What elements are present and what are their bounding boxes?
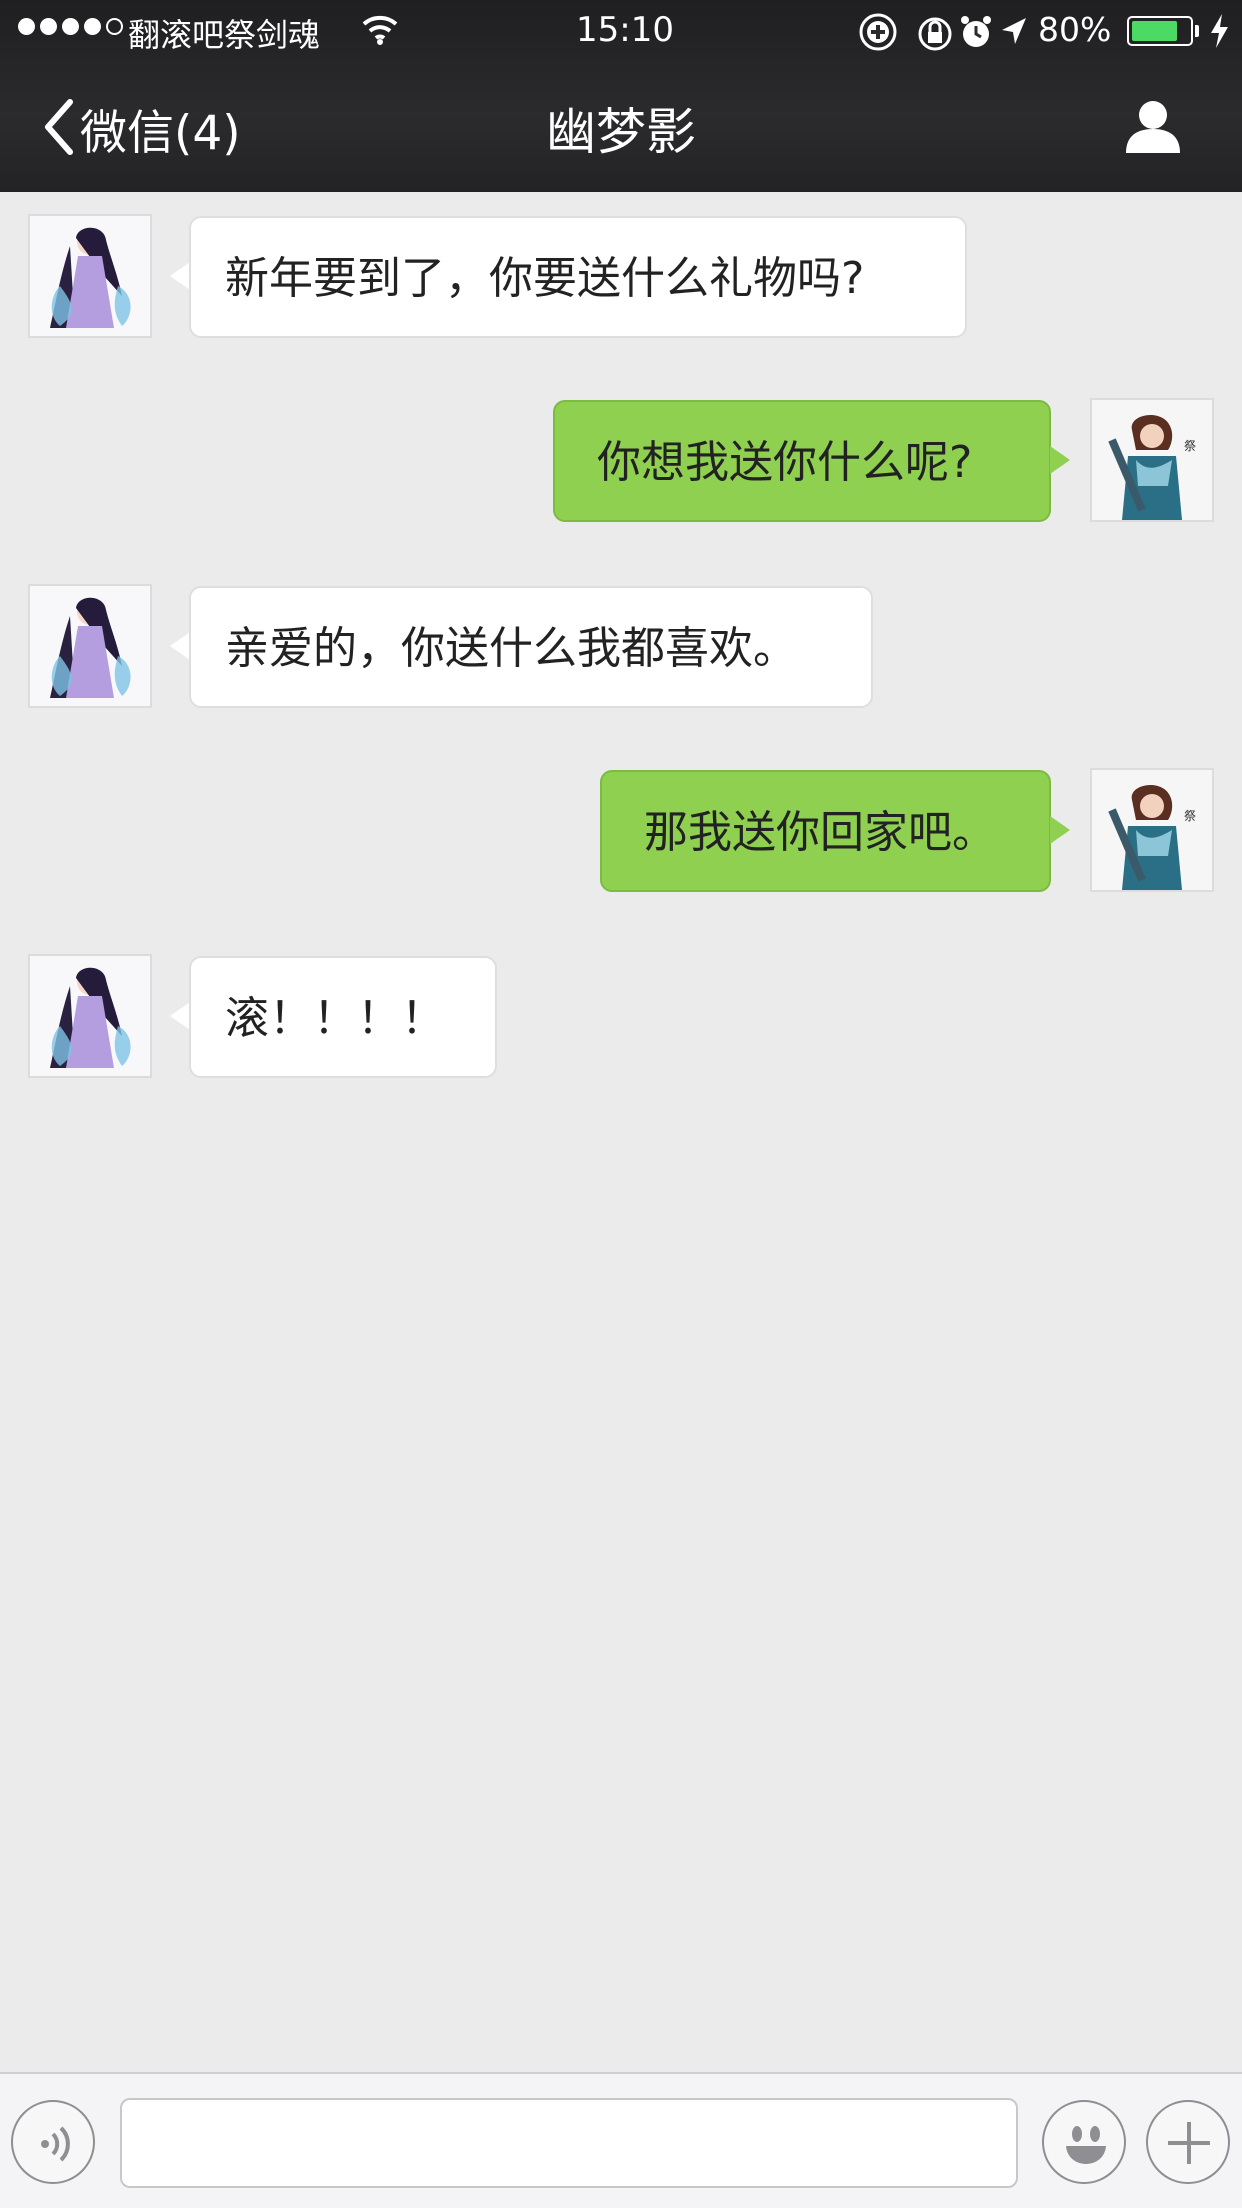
- back-button[interactable]: 微信(4): [40, 94, 241, 163]
- rotation-lock-icon: [858, 12, 898, 56]
- navigation-bar: 微信(4) 幽梦影: [0, 62, 1242, 192]
- svg-text:祭: 祭: [1184, 439, 1196, 453]
- my-avatar[interactable]: 祭: [1090, 398, 1214, 522]
- my-avatar[interactable]: 祭: [1090, 768, 1214, 892]
- emoji-button[interactable]: [1042, 2100, 1126, 2184]
- clock: 15:10: [576, 10, 674, 50]
- message-bubble[interactable]: 新年要到了，你要送什么礼物吗?: [189, 216, 967, 338]
- battery-icon: [1127, 16, 1193, 46]
- input-bar: [0, 2072, 1242, 2208]
- message-bubble[interactable]: 你想我送你什么呢?: [553, 400, 1051, 522]
- contact-avatar[interactable]: [28, 214, 152, 338]
- plus-icon: [1164, 2118, 1214, 2172]
- voice-icon: [31, 2120, 79, 2172]
- voice-button[interactable]: [11, 2100, 95, 2184]
- contact-avatar[interactable]: [28, 584, 152, 708]
- chat-title: 幽梦影: [546, 103, 696, 161]
- svg-text:祭: 祭: [1184, 809, 1196, 823]
- back-label: 微信(4): [80, 106, 241, 161]
- profile-button[interactable]: [1122, 97, 1184, 159]
- top-bar: 翻滚吧祭剑魂 15:10 80% 微信(4) 幽梦影: [0, 0, 1242, 192]
- emoji-icon: [1054, 2112, 1118, 2180]
- more-options-button[interactable]: [1146, 2100, 1230, 2184]
- wifi-icon: [360, 12, 400, 50]
- message-bubble[interactable]: 滚！！！！: [189, 956, 497, 1078]
- lock-icon: [917, 12, 953, 56]
- battery-percentage: 80%: [1038, 10, 1112, 49]
- signal-strength-icon: [18, 18, 123, 35]
- alarm-icon: [959, 12, 993, 56]
- battery-level-fill: [1132, 21, 1177, 41]
- message-input[interactable]: [120, 2098, 1018, 2188]
- chevron-left-icon: [40, 96, 76, 162]
- message-bubble[interactable]: 那我送你回家吧。: [600, 770, 1051, 892]
- carrier-name: 翻滚吧祭剑魂: [128, 16, 321, 54]
- status-bar: 翻滚吧祭剑魂 15:10 80%: [0, 0, 1242, 62]
- profile-icon: [1122, 101, 1184, 159]
- location-arrow-icon: [998, 12, 1028, 56]
- contact-avatar[interactable]: [28, 954, 152, 1078]
- charging-bolt-icon: [1208, 12, 1230, 54]
- message-bubble[interactable]: 亲爱的，你送什么我都喜欢。: [189, 586, 873, 708]
